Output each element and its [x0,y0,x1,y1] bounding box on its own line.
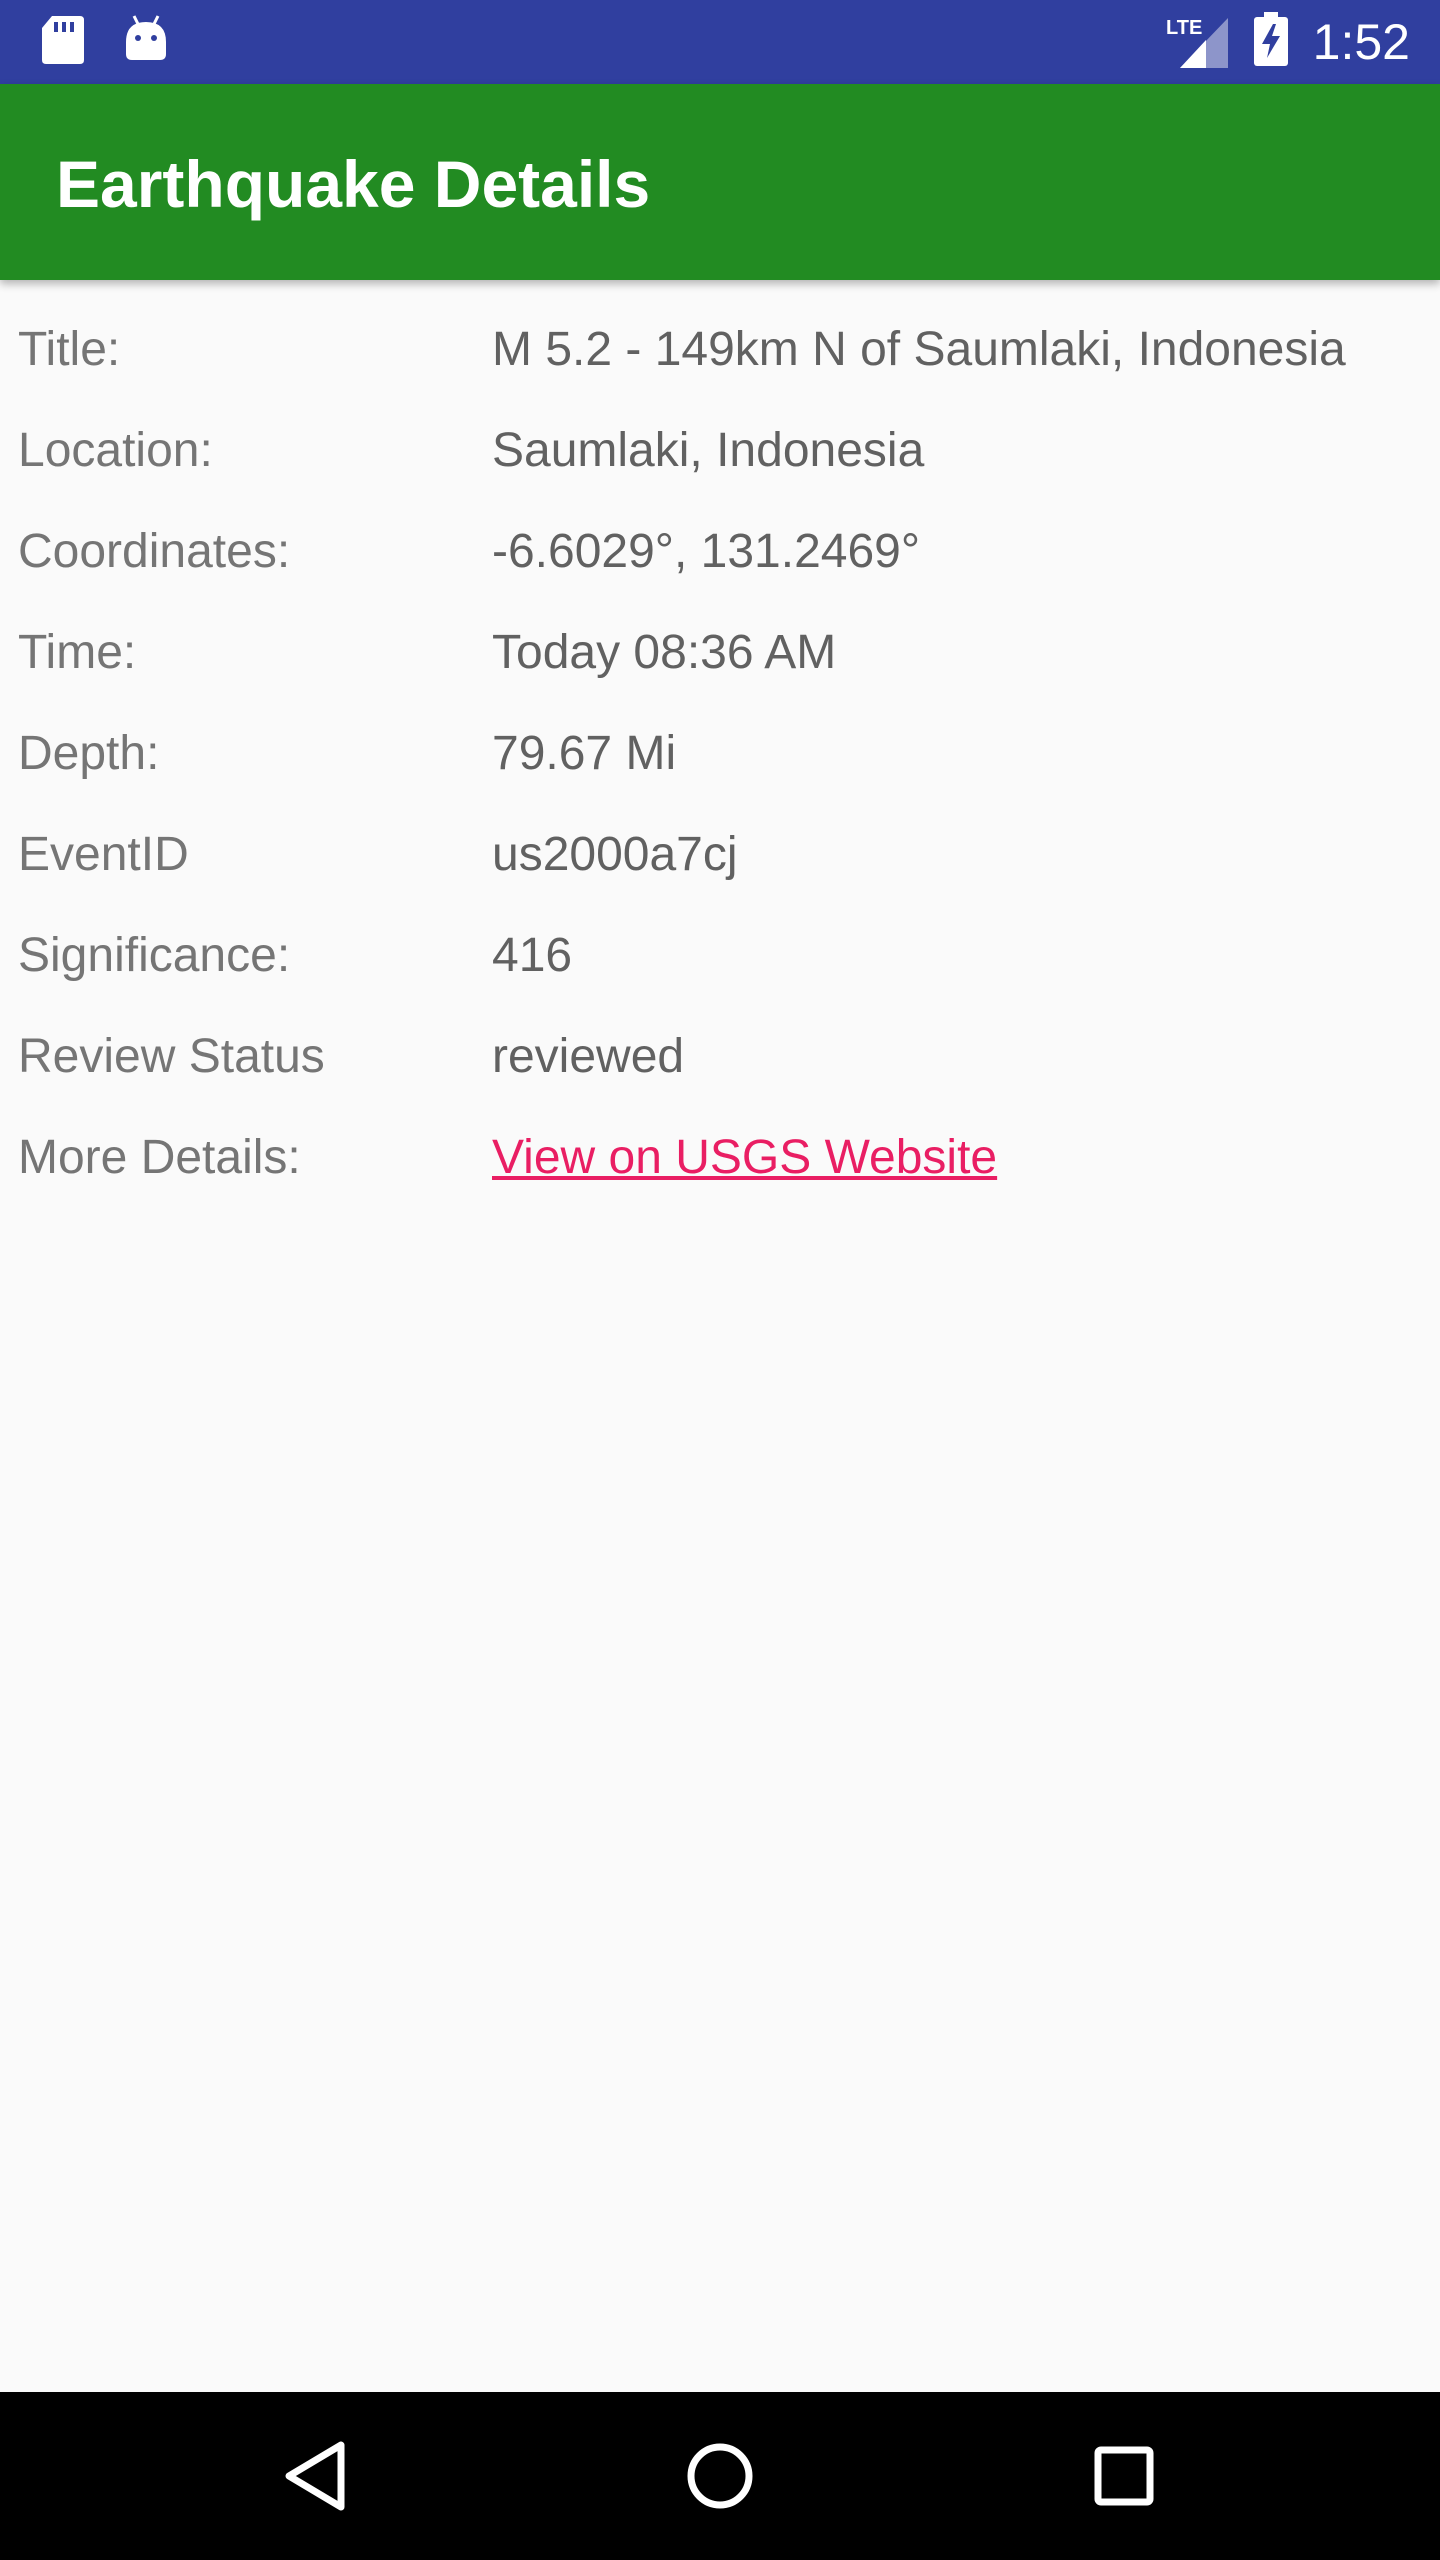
sd-card-icon [40,14,86,71]
page-title: Earthquake Details [56,147,651,221]
detail-value: -6.6029°, 131.2469° [492,525,921,578]
back-icon [285,2441,345,2511]
detail-label: Significance: [18,929,291,982]
recents-button[interactable] [1074,2426,1174,2526]
detail-label: Location: [18,424,213,477]
android-icon [124,14,168,69]
home-icon [687,2443,753,2509]
svg-text:LTE: LTE [1166,17,1202,39]
detail-row-more-details: More Details: View on USGS Website [0,1108,1440,1209]
detail-row-location: Location: Saumlaki, Indonesia [0,401,1440,502]
detail-label: Time: [18,626,137,679]
detail-label: Depth: [18,727,160,780]
back-button[interactable] [266,2426,366,2526]
recents-icon [1094,2446,1154,2506]
detail-value: us2000a7cj [492,828,738,881]
detail-row-depth: Depth: 79.67 Mi [0,704,1440,805]
detail-value: 79.67 Mi [492,727,677,780]
detail-value: Today 08:36 AM [492,626,837,679]
detail-label: More Details: [18,1131,301,1184]
detail-row-coordinates: Coordinates: -6.6029°, 131.2469° [0,502,1440,603]
battery-charging-icon [1254,12,1288,71]
detail-value: 416 [492,929,573,982]
detail-value: Saumlaki, Indonesia [492,424,925,477]
app-bar: Earthquake Details [0,84,1440,280]
detail-row-significance: Significance: 416 [0,906,1440,1007]
lte-signal-icon: LTE [1166,14,1232,75]
usgs-website-link[interactable]: View on USGS Website [492,1126,997,1190]
detail-row-review-status: Review Status reviewed [0,1007,1440,1108]
status-clock: 1:52 [1312,14,1410,70]
status-bar: LTE 1:52 [0,0,1440,84]
detail-label: Coordinates: [18,525,291,578]
detail-label: EventID [18,828,189,881]
navigation-bar [0,2392,1440,2560]
detail-row-title: Title: M 5.2 - 149km N of Saumlaki, Indo… [0,300,1440,401]
home-button[interactable] [670,2426,770,2526]
detail-label: Title: [18,323,121,376]
detail-value: reviewed [492,1030,685,1083]
details-list: Title: M 5.2 - 149km N of Saumlaki, Indo… [0,300,1440,1209]
detail-row-event-id: EventID us2000a7cj [0,805,1440,906]
detail-value: M 5.2 - 149km N of Saumlaki, Indonesia [492,323,1346,376]
detail-label: Review Status [18,1030,325,1083]
detail-row-time: Time: Today 08:36 AM [0,603,1440,704]
